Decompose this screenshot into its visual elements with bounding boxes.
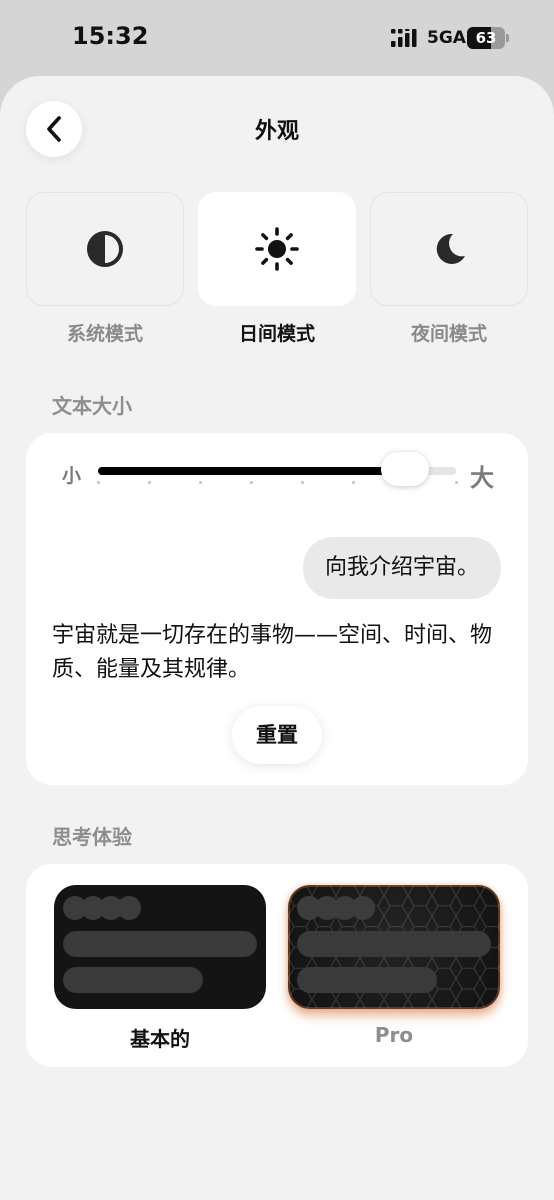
- slider-tick: [454, 481, 458, 484]
- theme-label-day: 日间模式: [238, 323, 315, 345]
- preview-line: [63, 931, 257, 957]
- battery-level: 63: [475, 29, 497, 47]
- slider-min-label: 小: [62, 465, 82, 487]
- reset-button[interactable]: 重置: [232, 706, 322, 764]
- cellular-signal-icon: [391, 29, 417, 47]
- text-size-section-label: 文本大小: [52, 394, 132, 418]
- theme-option-system[interactable]: [26, 192, 184, 306]
- theme-option-day[interactable]: [198, 192, 356, 306]
- theme-option-night[interactable]: [370, 192, 528, 306]
- appearance-sheet: 外观 系统模式 日间模式 夜间模式 文本大小 小 大 向我介绍宇宙。 宇宙就是一…: [0, 76, 554, 1200]
- thinking-option-basic[interactable]: [54, 885, 266, 1009]
- battery-icon: 63: [467, 27, 509, 49]
- status-bar: 15:32 5GA 63: [0, 0, 554, 76]
- slider-max-label: 大: [470, 464, 494, 492]
- text-size-card: 小 大 向我介绍宇宙。 宇宙就是一切存在的事物——空间、时间、物质、能量及其规律…: [26, 433, 528, 785]
- theme-label-system: 系统模式: [66, 323, 143, 345]
- slider-fill: [98, 467, 405, 475]
- user-message-bubble: 向我介绍宇宙。: [302, 537, 501, 599]
- slider-tick: [96, 481, 100, 484]
- thinking-experience-card: 基本的 Pro: [26, 864, 528, 1067]
- thinking-label-pro: Pro: [374, 1023, 414, 1047]
- slider-thumb[interactable]: [380, 452, 429, 486]
- page-title: 外观: [254, 119, 299, 144]
- preview-dot: [351, 896, 375, 920]
- slider-tick: [198, 481, 202, 484]
- preview-line: [63, 967, 203, 993]
- moon-icon: [436, 233, 465, 264]
- theme-label-night: 夜间模式: [410, 323, 487, 345]
- preview-line: [297, 931, 491, 957]
- thinking-option-pro[interactable]: [288, 885, 500, 1009]
- network-type: 5GA: [427, 28, 466, 48]
- slider-tick: [249, 481, 253, 484]
- slider-tick: [147, 481, 151, 484]
- thinking-label-basic: 基本的: [130, 1027, 190, 1051]
- slider-tick: [301, 481, 305, 484]
- thinking-section-label: 思考体验: [52, 825, 132, 849]
- preview-line: [297, 967, 437, 993]
- slider-tick: [352, 481, 356, 484]
- assistant-message: 宇宙就是一切存在的事物——空间、时间、物质、能量及其规律。: [52, 623, 493, 682]
- status-time: 15:32: [72, 22, 149, 50]
- sun-icon: [255, 227, 299, 271]
- half-circle-icon: [87, 231, 123, 267]
- preview-dot: [117, 896, 141, 920]
